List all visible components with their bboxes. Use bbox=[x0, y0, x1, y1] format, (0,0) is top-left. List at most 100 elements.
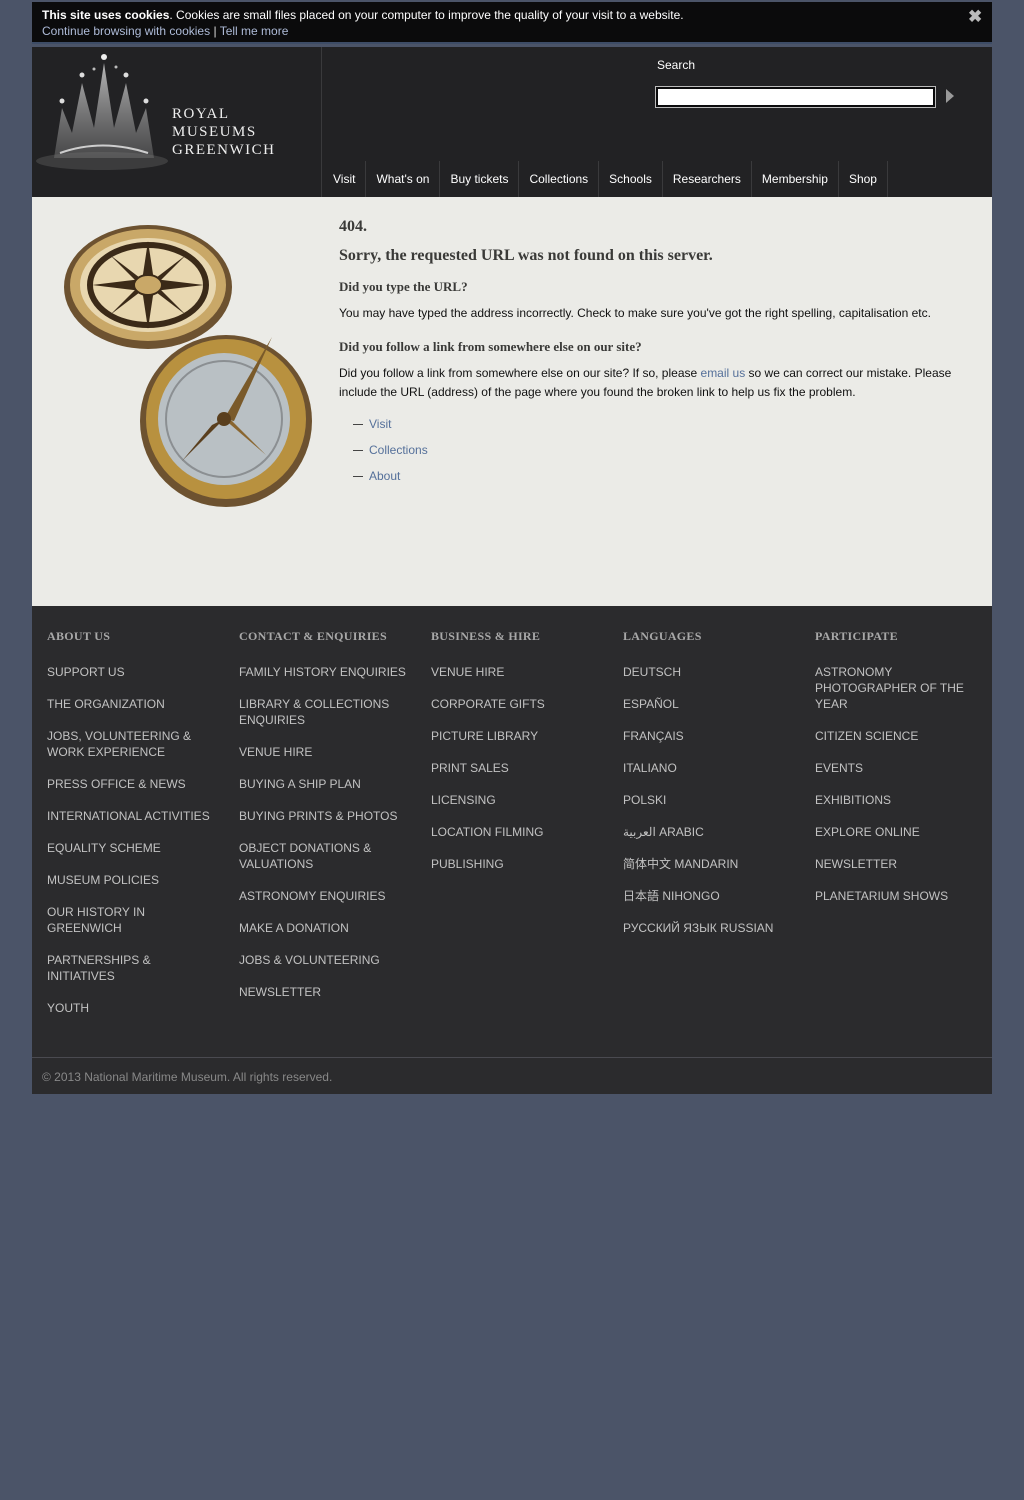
nav-item-schools[interactable]: Schools bbox=[599, 161, 663, 197]
footer-link[interactable]: PICTURE LIBRARY bbox=[431, 728, 601, 744]
footer-link[interactable]: EVENTS bbox=[815, 760, 985, 776]
footer-link[interactable]: VENUE HIRE bbox=[431, 664, 601, 680]
compass-image bbox=[64, 225, 312, 507]
footer-link[interactable]: 简体中文 MANDARIN bbox=[623, 856, 793, 872]
footer-link[interactable]: LICENSING bbox=[431, 792, 601, 808]
footer-link[interactable]: SUPPORT US bbox=[47, 664, 217, 680]
footer-link-list: VENUE HIRE CORPORATE GIFTS PICTURE LIBRA… bbox=[431, 664, 601, 888]
footer-link[interactable]: OBJECT DONATIONS & VALUATIONS bbox=[239, 840, 409, 872]
suggested-link-collections[interactable]: Collections bbox=[353, 437, 428, 463]
cookie-message-text: . Cookies are small files placed on your… bbox=[169, 8, 684, 22]
footer-link[interactable]: NEWSLETTER bbox=[815, 856, 985, 872]
footer-link[interactable]: ASTRONOMY PHOTOGRAPHER OF THE YEAR bbox=[815, 664, 985, 712]
main-content: 404. Sorry, the requested URL was not fo… bbox=[32, 197, 992, 606]
close-icon[interactable]: ✖ bbox=[968, 8, 982, 25]
footer-link[interactable]: PUBLISHING bbox=[431, 856, 601, 872]
footer-link[interactable]: EXPLORE ONLINE bbox=[815, 824, 985, 840]
suggested-link-visit[interactable]: Visit bbox=[353, 411, 428, 437]
footer-link[interactable]: OUR HISTORY IN GREENWICH bbox=[47, 904, 217, 936]
footer-link[interactable]: YOUTH bbox=[47, 1000, 217, 1016]
suggested-link-about[interactable]: About bbox=[353, 463, 428, 489]
cookie-message: This site uses cookies. Cookies are smal… bbox=[42, 8, 684, 22]
footer-link[interactable]: POLSKI bbox=[623, 792, 793, 808]
footer-link[interactable]: ASTRONOMY ENQUIRIES bbox=[239, 888, 409, 904]
suggested-link-label[interactable]: About bbox=[369, 469, 400, 483]
copyright-bar: © 2013 National Maritime Museum. All rig… bbox=[32, 1057, 992, 1094]
search-submit-arrow-icon[interactable] bbox=[944, 88, 956, 104]
dash-icon bbox=[353, 423, 363, 425]
search-label: Search bbox=[657, 58, 696, 72]
footer-link[interactable]: FRANÇAIS bbox=[623, 728, 793, 744]
email-us-link[interactable]: email us bbox=[701, 366, 746, 380]
footer-link[interactable]: INTERNATIONAL ACTIVITIES bbox=[47, 808, 217, 824]
footer-link[interactable]: PLANETARIUM SHOWS bbox=[815, 888, 985, 904]
error-title: Sorry, the requested URL was not found o… bbox=[339, 247, 713, 264]
nav-item-researchers[interactable]: Researchers bbox=[663, 161, 752, 197]
logo-line: MUSEUMS bbox=[172, 124, 257, 140]
footer-heading: BUSINESS & HIRE bbox=[431, 629, 541, 643]
footer-heading: CONTACT & ENQUIRIES bbox=[239, 629, 387, 643]
footer-link[interactable]: JOBS & VOLUNTEERING bbox=[239, 952, 409, 968]
footer-heading: LANGUAGES bbox=[623, 629, 702, 643]
tell-me-more-link[interactable]: Tell me more bbox=[220, 24, 289, 38]
site-footer: ABOUT US SUPPORT US THE ORGANIZATION JOB… bbox=[32, 606, 992, 1057]
continue-cookies-link[interactable]: Continue browsing with cookies bbox=[42, 24, 210, 38]
error-code: 404. bbox=[339, 218, 367, 235]
suggested-link-label[interactable]: Collections bbox=[369, 443, 428, 457]
footer-link[interactable]: EQUALITY SCHEME bbox=[47, 840, 217, 856]
footer-link[interactable]: PRINT SALES bbox=[431, 760, 601, 776]
footer-link[interactable]: CORPORATE GIFTS bbox=[431, 696, 601, 712]
footer-link[interactable]: NEWSLETTER bbox=[239, 984, 409, 1000]
logo-line: ROYAL bbox=[172, 106, 230, 122]
copyright-text: © 2013 National Maritime Museum. All rig… bbox=[42, 1070, 333, 1084]
followed-link-text: Did you follow a link from somewhere els… bbox=[339, 366, 701, 380]
footer-link[interactable]: 日本語 NIHONGO bbox=[623, 888, 793, 904]
nav-item-visit[interactable]: Visit bbox=[323, 161, 367, 197]
footer-link[interactable]: MUSEUM POLICIES bbox=[47, 872, 217, 888]
question-followed-link: Did you follow a link from somewhere els… bbox=[339, 339, 642, 354]
site-header: ROYAL MUSEUMS GREENWICH Search Visit Wha… bbox=[32, 47, 992, 197]
cookie-link-separator: | bbox=[213, 24, 217, 38]
nav-item-membership[interactable]: Membership bbox=[752, 161, 839, 197]
search-input[interactable] bbox=[655, 86, 936, 108]
footer-link[interactable]: PRESS OFFICE & NEWS bbox=[47, 776, 217, 792]
footer-link[interactable]: ESPAÑOL bbox=[623, 696, 793, 712]
footer-link[interactable]: JOBS, VOLUNTEERING & WORK EXPERIENCE bbox=[47, 728, 217, 760]
footer-link[interactable]: ITALIANO bbox=[623, 760, 793, 776]
dash-icon bbox=[353, 475, 363, 477]
nav-item-collections[interactable]: Collections bbox=[519, 161, 600, 197]
footer-link[interactable]: العربية ARABIC bbox=[623, 824, 793, 840]
footer-link[interactable]: THE ORGANIZATION bbox=[47, 696, 217, 712]
footer-link[interactable]: РУССКИЙ ЯЗЫК RUSSIAN bbox=[623, 920, 793, 936]
footer-link[interactable]: MAKE A DONATION bbox=[239, 920, 409, 936]
question-typed-url: Did you type the URL? bbox=[339, 279, 468, 294]
footer-link[interactable]: CITIZEN SCIENCE bbox=[815, 728, 985, 744]
cookie-banner: This site uses cookies. Cookies are smal… bbox=[32, 2, 992, 44]
dash-icon bbox=[353, 449, 363, 451]
nav-item-buy-tickets[interactable]: Buy tickets bbox=[440, 161, 520, 197]
logo-link[interactable]: ROYAL MUSEUMS GREENWICH bbox=[32, 47, 322, 197]
nav-item-shop[interactable]: Shop bbox=[839, 161, 888, 197]
footer-link[interactable]: LOCATION FILMING bbox=[431, 824, 601, 840]
followed-link-paragraph: Did you follow a link from somewhere els… bbox=[339, 364, 969, 402]
footer-link[interactable]: VENUE HIRE bbox=[239, 744, 409, 760]
footer-link-list: DEUTSCH ESPAÑOL FRANÇAIS ITALIANO POLSKI… bbox=[623, 664, 793, 952]
footer-link[interactable]: BUYING A SHIP PLAN bbox=[239, 776, 409, 792]
logo-line: GREENWICH bbox=[172, 142, 276, 158]
footer-link-list: SUPPORT US THE ORGANIZATION JOBS, VOLUNT… bbox=[47, 664, 217, 1032]
cookie-message-bold: This site uses cookies bbox=[42, 8, 170, 22]
crown-splash-logo-icon bbox=[36, 54, 168, 170]
footer-link[interactable]: DEUTSCH bbox=[623, 664, 793, 680]
footer-link[interactable]: BUYING PRINTS & PHOTOS bbox=[239, 808, 409, 824]
typed-url-paragraph: You may have typed the address incorrect… bbox=[339, 306, 931, 320]
footer-link[interactable]: FAMILY HISTORY ENQUIRIES bbox=[239, 664, 409, 680]
footer-link[interactable]: EXHIBITIONS bbox=[815, 792, 985, 808]
logo-wordmark: ROYAL MUSEUMS GREENWICH bbox=[172, 105, 276, 159]
nav-item-whats-on[interactable]: What's on bbox=[366, 161, 441, 197]
footer-link-list: ASTRONOMY PHOTOGRAPHER OF THE YEAR CITIZ… bbox=[815, 664, 985, 920]
cookie-links: Continue browsing with cookies | Tell me… bbox=[42, 24, 288, 38]
footer-link[interactable]: PARTNERSHIPS & INITIATIVES bbox=[47, 952, 217, 984]
suggested-link-label[interactable]: Visit bbox=[369, 417, 391, 431]
footer-link[interactable]: LIBRARY & COLLECTIONS ENQUIRIES bbox=[239, 696, 409, 728]
footer-heading: PARTICIPATE bbox=[815, 629, 898, 643]
